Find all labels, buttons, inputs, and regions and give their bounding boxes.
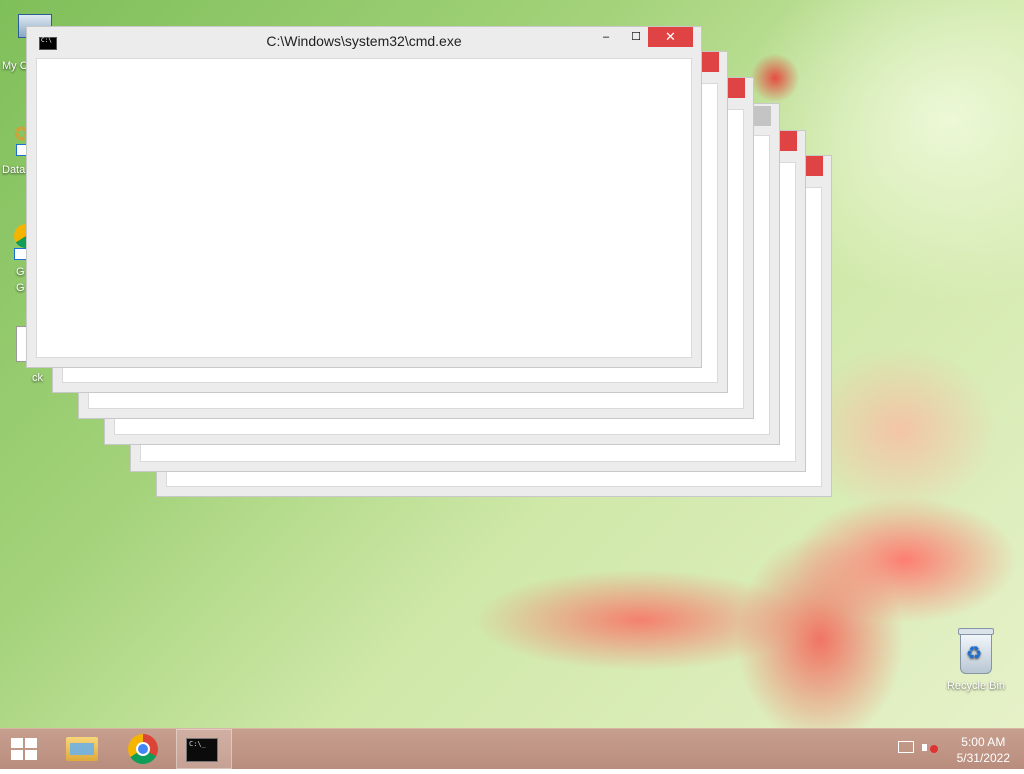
recycle-bin-label: Recycle Bin [946, 680, 1006, 692]
cmd-taskbar-icon [186, 738, 218, 762]
cmd-window-client[interactable] [36, 58, 692, 358]
my-computer-label: My C [2, 60, 28, 72]
recycle-bin-icon [958, 628, 994, 674]
file-explorer-button[interactable] [58, 729, 106, 769]
clock-date: 5/31/2022 [956, 751, 1010, 765]
chrome-icon [128, 734, 158, 764]
close-icon: ✕ [665, 29, 676, 44]
chrome-button[interactable] [120, 729, 168, 769]
folder-icon [66, 737, 98, 761]
desktop: My C ✪ Data G G ck Recycle Bin ☐ ‒ ☐ ✕ ‒ [0, 0, 1024, 728]
data-shortcut-label: Data [2, 164, 26, 176]
text-file-label: ck [32, 372, 43, 384]
maximize-button[interactable]: ☐ [627, 30, 645, 44]
close-button[interactable] [779, 131, 797, 151]
close-button[interactable] [727, 78, 745, 98]
network-icon[interactable] [898, 741, 914, 755]
chrome-shortcut-label-2: G [16, 282, 25, 294]
minimize-button[interactable]: ‒ [597, 30, 615, 44]
clock-time: 5:00 AM [961, 735, 1006, 749]
clock[interactable]: 5:00 AM 5/31/2022 [957, 734, 1010, 774]
chrome-shortcut-label-1: G [16, 266, 25, 278]
close-button[interactable]: ✕ [648, 27, 693, 47]
volume-muted-icon[interactable] [922, 741, 938, 755]
close-button[interactable] [701, 52, 719, 72]
windows-logo-icon [11, 738, 37, 760]
command-prompt-taskbar-button[interactable] [176, 729, 232, 769]
taskbar: 5:00 AM 5/31/2022 [0, 728, 1024, 769]
close-button[interactable] [805, 156, 823, 176]
start-button[interactable] [0, 729, 48, 769]
recycle-bin[interactable]: Recycle Bin [940, 628, 1012, 692]
cmd-window[interactable]: C:\Windows\system32\cmd.exe ‒ ☐ ✕ [26, 26, 702, 368]
